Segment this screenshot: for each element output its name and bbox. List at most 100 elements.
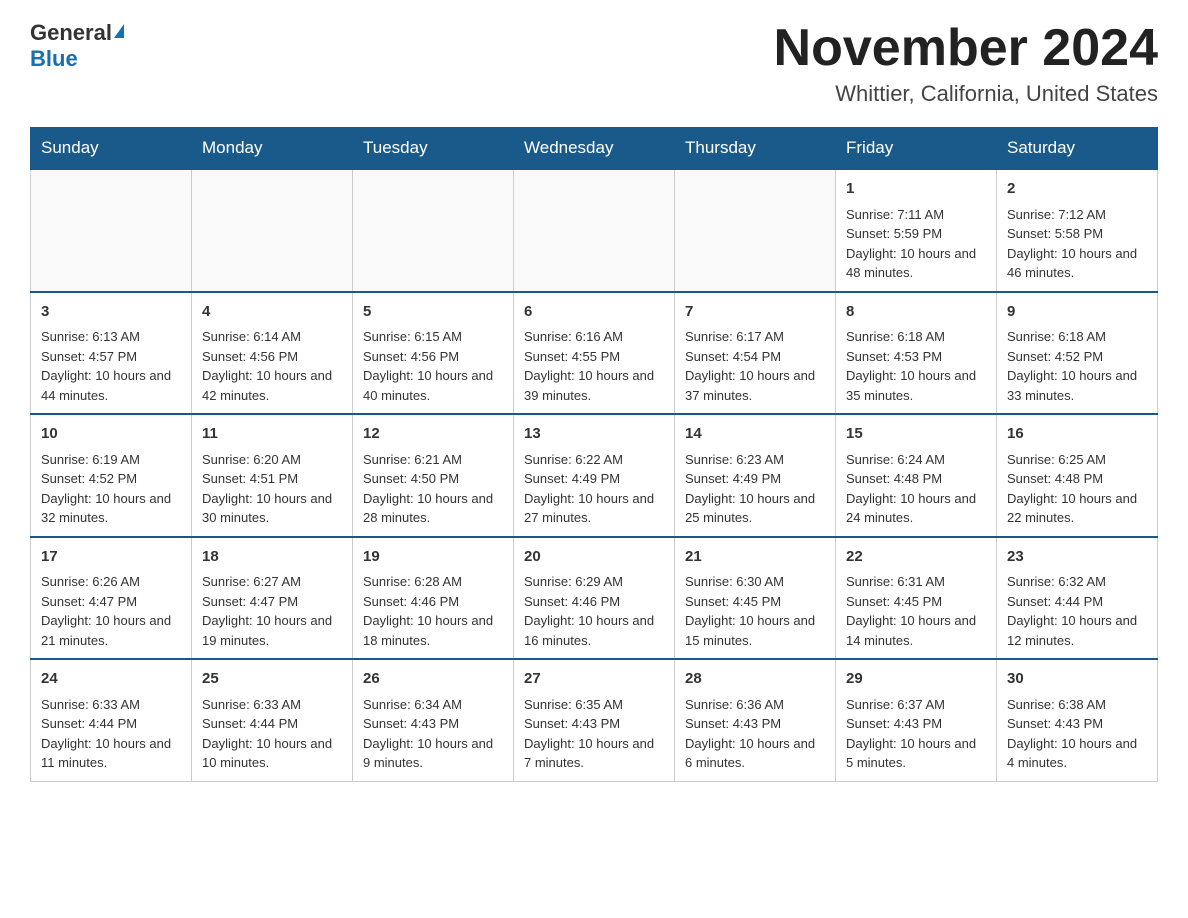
calendar-cell: [192, 169, 353, 292]
day-info: Sunrise: 6:32 AMSunset: 4:44 PMDaylight:…: [1007, 572, 1147, 650]
day-info: Sunrise: 6:18 AMSunset: 4:53 PMDaylight:…: [846, 327, 986, 405]
weekday-header-sunday: Sunday: [31, 128, 192, 170]
calendar-cell: 18 Sunrise: 6:27 AMSunset: 4:47 PMDayligh…: [192, 537, 353, 660]
day-info: Sunrise: 6:30 AMSunset: 4:45 PMDaylight:…: [685, 572, 825, 650]
day-info: Sunrise: 6:34 AMSunset: 4:43 PMDaylight:…: [363, 695, 503, 773]
day-number: 2: [1007, 178, 1147, 201]
calendar-subtitle: Whittier, California, United States: [774, 81, 1158, 107]
day-info: Sunrise: 6:18 AMSunset: 4:52 PMDaylight:…: [1007, 327, 1147, 405]
weekday-header-monday: Monday: [192, 128, 353, 170]
calendar-cell: 14 Sunrise: 6:23 AMSunset: 4:49 PMDayligh…: [675, 414, 836, 537]
day-number: 1: [846, 178, 986, 201]
day-info: Sunrise: 7:12 AMSunset: 5:58 PMDaylight:…: [1007, 205, 1147, 283]
calendar-cell: 11 Sunrise: 6:20 AMSunset: 4:51 PMDayligh…: [192, 414, 353, 537]
day-info: Sunrise: 6:14 AMSunset: 4:56 PMDaylight:…: [202, 327, 342, 405]
calendar-cell: [514, 169, 675, 292]
calendar-cell: 23 Sunrise: 6:32 AMSunset: 4:44 PMDayligh…: [997, 537, 1158, 660]
day-number: 24: [41, 668, 181, 691]
day-number: 3: [41, 301, 181, 324]
day-info: Sunrise: 6:25 AMSunset: 4:48 PMDaylight:…: [1007, 450, 1147, 528]
day-info: Sunrise: 6:36 AMSunset: 4:43 PMDaylight:…: [685, 695, 825, 773]
title-area: November 2024 Whittier, California, Unit…: [774, 20, 1158, 107]
day-number: 20: [524, 546, 664, 569]
day-number: 11: [202, 423, 342, 446]
day-info: Sunrise: 6:13 AMSunset: 4:57 PMDaylight:…: [41, 327, 181, 405]
day-number: 5: [363, 301, 503, 324]
day-number: 23: [1007, 546, 1147, 569]
day-info: Sunrise: 6:20 AMSunset: 4:51 PMDaylight:…: [202, 450, 342, 528]
day-info: Sunrise: 6:33 AMSunset: 4:44 PMDaylight:…: [202, 695, 342, 773]
day-info: Sunrise: 6:21 AMSunset: 4:50 PMDaylight:…: [363, 450, 503, 528]
calendar-cell: [675, 169, 836, 292]
day-info: Sunrise: 6:31 AMSunset: 4:45 PMDaylight:…: [846, 572, 986, 650]
day-number: 19: [363, 546, 503, 569]
day-number: 28: [685, 668, 825, 691]
calendar-cell: 9 Sunrise: 6:18 AMSunset: 4:52 PMDaylight…: [997, 292, 1158, 415]
logo-general-text: General: [30, 20, 112, 46]
day-number: 16: [1007, 423, 1147, 446]
day-number: 10: [41, 423, 181, 446]
day-number: 4: [202, 301, 342, 324]
calendar-cell: 28 Sunrise: 6:36 AMSunset: 4:43 PMDayligh…: [675, 659, 836, 781]
calendar-table: SundayMondayTuesdayWednesdayThursdayFrid…: [30, 127, 1158, 782]
calendar-cell: 3 Sunrise: 6:13 AMSunset: 4:57 PMDaylight…: [31, 292, 192, 415]
day-info: Sunrise: 6:38 AMSunset: 4:43 PMDaylight:…: [1007, 695, 1147, 773]
day-info: Sunrise: 6:27 AMSunset: 4:47 PMDaylight:…: [202, 572, 342, 650]
calendar-cell: 20Sunrise: 6:29 AMSunset: 4:46 PMDayligh…: [514, 537, 675, 660]
week-row-5: 24 Sunrise: 6:33 AMSunset: 4:44 PMDayligh…: [31, 659, 1158, 781]
week-row-4: 17 Sunrise: 6:26 AMSunset: 4:47 PMDayligh…: [31, 537, 1158, 660]
calendar-cell: 1 Sunrise: 7:11 AMSunset: 5:59 PMDaylight…: [836, 169, 997, 292]
day-number: 8: [846, 301, 986, 324]
weekday-header-friday: Friday: [836, 128, 997, 170]
weekday-header-thursday: Thursday: [675, 128, 836, 170]
day-number: 7: [685, 301, 825, 324]
calendar-cell: 4 Sunrise: 6:14 AMSunset: 4:56 PMDaylight…: [192, 292, 353, 415]
calendar-cell: 8 Sunrise: 6:18 AMSunset: 4:53 PMDaylight…: [836, 292, 997, 415]
calendar-cell: 15 Sunrise: 6:24 AMSunset: 4:48 PMDayligh…: [836, 414, 997, 537]
calendar-cell: 22Sunrise: 6:31 AMSunset: 4:45 PMDayligh…: [836, 537, 997, 660]
calendar-title: November 2024: [774, 20, 1158, 77]
day-number: 26: [363, 668, 503, 691]
day-info: Sunrise: 7:11 AMSunset: 5:59 PMDaylight:…: [846, 205, 986, 283]
day-number: 27: [524, 668, 664, 691]
day-number: 18: [202, 546, 342, 569]
day-info: Sunrise: 6:28 AMSunset: 4:46 PMDaylight:…: [363, 572, 503, 650]
day-info: Sunrise: 6:24 AMSunset: 4:48 PMDaylight:…: [846, 450, 986, 528]
calendar-cell: 30 Sunrise: 6:38 AMSunset: 4:43 PMDayligh…: [997, 659, 1158, 781]
calendar-cell: 26 Sunrise: 6:34 AMSunset: 4:43 PMDayligh…: [353, 659, 514, 781]
day-number: 6: [524, 301, 664, 324]
day-number: 15: [846, 423, 986, 446]
calendar-cell: 5 Sunrise: 6:15 AMSunset: 4:56 PMDaylight…: [353, 292, 514, 415]
weekday-header-wednesday: Wednesday: [514, 128, 675, 170]
day-number: 17: [41, 546, 181, 569]
calendar-cell: 12 Sunrise: 6:21 AMSunset: 4:50 PMDayligh…: [353, 414, 514, 537]
day-number: 14: [685, 423, 825, 446]
day-info: Sunrise: 6:23 AMSunset: 4:49 PMDaylight:…: [685, 450, 825, 528]
calendar-cell: 16 Sunrise: 6:25 AMSunset: 4:48 PMDayligh…: [997, 414, 1158, 537]
day-number: 9: [1007, 301, 1147, 324]
day-info: Sunrise: 6:15 AMSunset: 4:56 PMDaylight:…: [363, 327, 503, 405]
day-number: 29: [846, 668, 986, 691]
calendar-cell: 13Sunrise: 6:22 AMSunset: 4:49 PMDayligh…: [514, 414, 675, 537]
day-number: 21: [685, 546, 825, 569]
day-info: Sunrise: 6:26 AMSunset: 4:47 PMDaylight:…: [41, 572, 181, 650]
calendar-cell: 10Sunrise: 6:19 AMSunset: 4:52 PMDayligh…: [31, 414, 192, 537]
weekday-header-row: SundayMondayTuesdayWednesdayThursdayFrid…: [31, 128, 1158, 170]
logo-blue-text: Blue: [30, 46, 78, 72]
week-row-3: 10Sunrise: 6:19 AMSunset: 4:52 PMDayligh…: [31, 414, 1158, 537]
day-number: 30: [1007, 668, 1147, 691]
calendar-cell: 6Sunrise: 6:16 AMSunset: 4:55 PMDaylight…: [514, 292, 675, 415]
week-row-1: 1 Sunrise: 7:11 AMSunset: 5:59 PMDaylight…: [31, 169, 1158, 292]
calendar-cell: 2 Sunrise: 7:12 AMSunset: 5:58 PMDaylight…: [997, 169, 1158, 292]
logo-triangle-icon: [114, 24, 124, 38]
day-info: Sunrise: 6:33 AMSunset: 4:44 PMDaylight:…: [41, 695, 181, 773]
calendar-cell: 25Sunrise: 6:33 AMSunset: 4:44 PMDayligh…: [192, 659, 353, 781]
weekday-header-tuesday: Tuesday: [353, 128, 514, 170]
day-number: 12: [363, 423, 503, 446]
calendar-cell: 27Sunrise: 6:35 AMSunset: 4:43 PMDayligh…: [514, 659, 675, 781]
day-info: Sunrise: 6:17 AMSunset: 4:54 PMDaylight:…: [685, 327, 825, 405]
calendar-cell: 21 Sunrise: 6:30 AMSunset: 4:45 PMDayligh…: [675, 537, 836, 660]
calendar-cell: [353, 169, 514, 292]
day-number: 13: [524, 423, 664, 446]
calendar-cell: 29Sunrise: 6:37 AMSunset: 4:43 PMDayligh…: [836, 659, 997, 781]
